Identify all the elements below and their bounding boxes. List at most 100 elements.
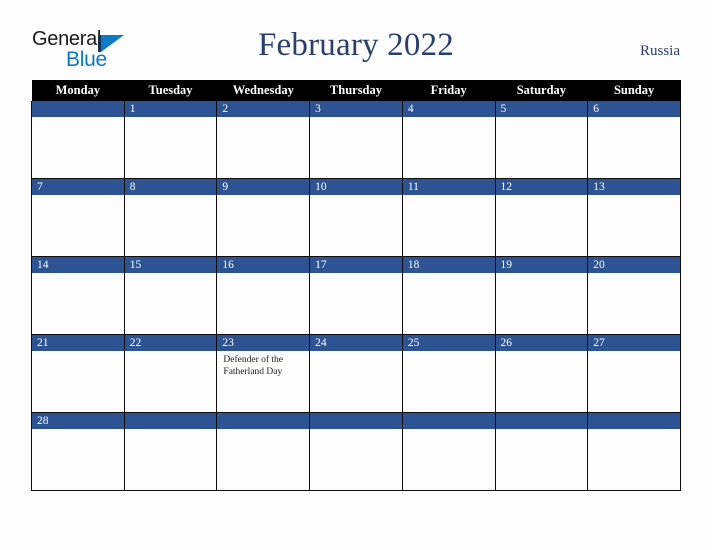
calendar-day-cell[interactable]: 11 — [401, 178, 496, 257]
day-event-area — [310, 117, 402, 121]
day-number — [402, 413, 495, 429]
day-cell-inner: 28 — [32, 413, 124, 490]
calendar-day-cell[interactable] — [309, 412, 403, 491]
day-cell-inner: 14 — [32, 257, 124, 334]
calendar-day-cell[interactable]: 1 — [123, 101, 218, 179]
calendar-grid: Monday Tuesday Wednesday Thursday Friday… — [31, 80, 681, 491]
day-number: 16 — [217, 257, 310, 273]
calendar-day-cell[interactable]: 9 — [216, 178, 311, 257]
day-cell-inner: 7 — [32, 179, 124, 256]
calendar-day-cell[interactable]: 4 — [401, 101, 496, 179]
calendar-day-cell[interactable]: 23 Defender of the Fatherland Day — [216, 334, 311, 413]
day-number: 22 — [124, 335, 217, 351]
calendar-day-cell[interactable]: 26 — [494, 334, 589, 413]
calendar-day-cell[interactable] — [216, 412, 311, 491]
day-event-area — [588, 351, 680, 355]
day-cell-inner: 21 — [32, 335, 124, 412]
calendar-day-cell[interactable] — [401, 412, 496, 491]
calendar-day-cell[interactable]: 22 — [123, 334, 218, 413]
day-event-area — [32, 351, 124, 355]
calendar-day-cell[interactable]: 20 — [587, 256, 681, 335]
day-event-area — [125, 273, 217, 277]
day-event-area — [217, 273, 309, 277]
day-event-area — [217, 117, 309, 121]
day-event-area — [125, 195, 217, 199]
day-event-area — [310, 429, 402, 433]
calendar-day-cell[interactable]: 24 — [309, 334, 403, 413]
day-cell-inner — [32, 101, 124, 178]
calendar-day-cell[interactable]: 25 — [401, 334, 496, 413]
calendar-day-cell[interactable]: 19 — [494, 256, 589, 335]
calendar-week-row: 28 — [31, 412, 681, 491]
calendar-day-cell[interactable] — [31, 101, 125, 179]
calendar-day-cell[interactable]: 6 — [587, 101, 681, 179]
weekday-header-tuesday: Tuesday — [124, 80, 217, 101]
day-number: 2 — [217, 101, 310, 117]
day-event-area — [125, 351, 217, 355]
day-cell-inner — [588, 413, 680, 490]
day-cell-inner: 3 — [310, 101, 402, 178]
calendar-day-cell[interactable]: 18 — [401, 256, 496, 335]
day-number: 24 — [310, 335, 402, 351]
calendar-day-cell[interactable]: 13 — [587, 178, 681, 257]
day-number: 4 — [402, 101, 495, 117]
day-number: 20 — [588, 257, 680, 273]
day-cell-inner: 2 — [217, 101, 310, 178]
day-number: 21 — [32, 335, 124, 351]
day-number: 6 — [588, 101, 680, 117]
day-event-area — [403, 351, 495, 355]
day-event-area — [403, 117, 495, 121]
day-event-area — [403, 273, 495, 277]
day-event-area — [403, 429, 495, 433]
day-cell-inner: 12 — [495, 179, 588, 256]
day-cell-inner — [217, 413, 310, 490]
calendar-day-cell[interactable]: 7 — [31, 178, 125, 257]
day-cell-inner: 27 — [588, 335, 680, 412]
calendar-day-cell[interactable]: 16 — [216, 256, 311, 335]
day-number: 7 — [32, 179, 124, 195]
day-cell-inner: 6 — [588, 101, 680, 178]
calendar-day-cell[interactable] — [587, 412, 681, 491]
day-event-area — [496, 351, 588, 355]
day-number: 14 — [32, 257, 124, 273]
day-event-area — [310, 195, 402, 199]
day-number: 1 — [124, 101, 217, 117]
calendar-day-cell[interactable]: 5 — [494, 101, 589, 179]
day-number — [124, 413, 217, 429]
holiday-event: Defender of the Fatherland Day — [223, 355, 284, 377]
day-number: 12 — [495, 179, 588, 195]
calendar-day-cell[interactable]: 21 — [31, 334, 125, 413]
calendar-day-cell[interactable]: 10 — [309, 178, 403, 257]
day-cell-inner: 24 — [310, 335, 402, 412]
calendar-day-cell[interactable]: 3 — [309, 101, 403, 179]
calendar-day-cell[interactable]: 27 — [587, 334, 681, 413]
page-header: General Blue February 2022 Russia — [0, 0, 712, 78]
day-number: 15 — [124, 257, 217, 273]
weekday-header-saturday: Saturday — [495, 80, 588, 101]
day-cell-inner: 10 — [310, 179, 402, 256]
day-event-area — [125, 117, 217, 121]
day-cell-inner: 26 — [495, 335, 588, 412]
calendar-day-cell[interactable] — [123, 412, 218, 491]
weekday-header-wednesday: Wednesday — [216, 80, 310, 101]
calendar-day-cell[interactable]: 12 — [494, 178, 589, 257]
day-number — [588, 413, 680, 429]
day-number: 8 — [124, 179, 217, 195]
calendar-day-cell[interactable] — [494, 412, 589, 491]
calendar-week-row: 14 15 16 17 18 19 20 — [31, 256, 681, 335]
day-cell-inner: 4 — [402, 101, 495, 178]
calendar-day-cell[interactable]: 17 — [309, 256, 403, 335]
calendar-day-cell[interactable]: 2 — [216, 101, 311, 179]
day-event-area: Defender of the Fatherland Day — [217, 351, 309, 378]
day-event-area — [217, 429, 309, 433]
day-event-area — [496, 429, 588, 433]
day-event-area — [496, 273, 588, 277]
day-number: 27 — [588, 335, 680, 351]
calendar-week-row: 7 8 9 10 11 12 13 — [31, 178, 681, 257]
calendar-day-cell[interactable]: 28 — [31, 412, 125, 491]
calendar-day-cell[interactable]: 8 — [123, 178, 218, 257]
calendar-day-cell[interactable]: 14 — [31, 256, 125, 335]
day-event-area — [588, 273, 680, 277]
day-cell-inner: 1 — [124, 101, 217, 178]
calendar-day-cell[interactable]: 15 — [123, 256, 218, 335]
